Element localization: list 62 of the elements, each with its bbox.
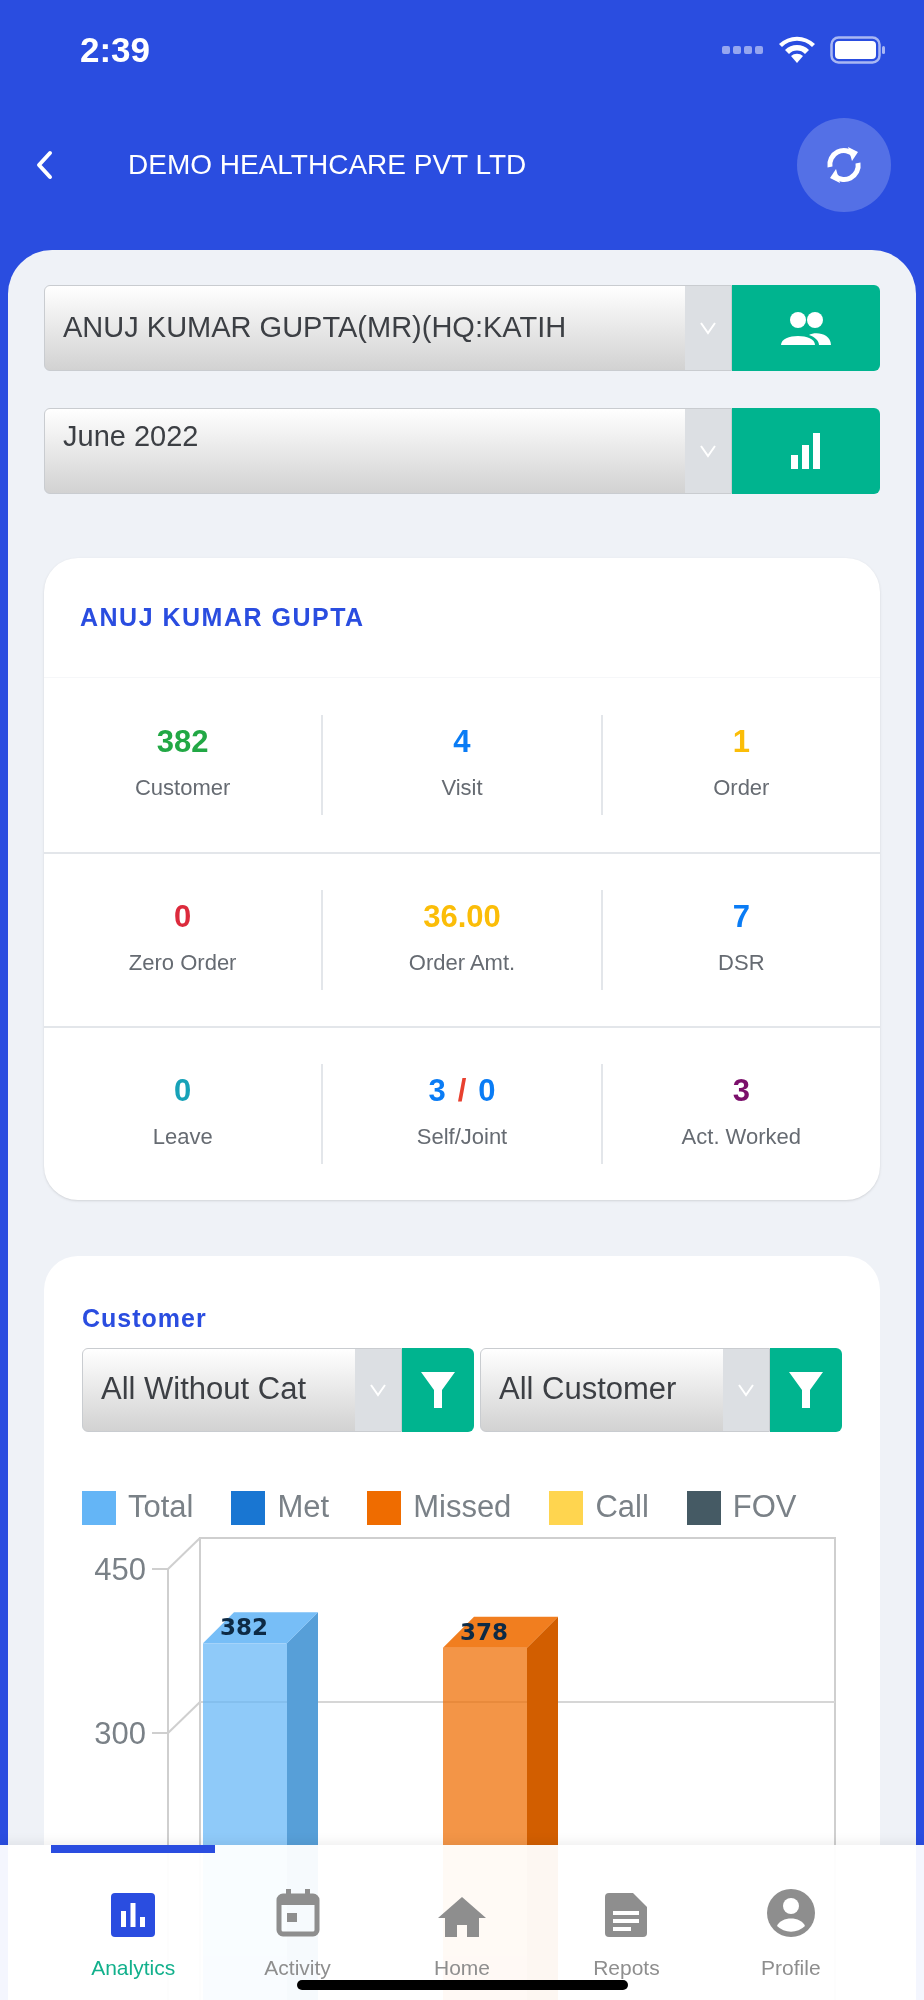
- team-button[interactable]: [732, 285, 880, 371]
- stat-label: Self/Joint: [416, 1123, 508, 1151]
- people-icon: [779, 311, 833, 345]
- profile-icon: [766, 1889, 815, 1937]
- stat-label: Zero Order: [128, 949, 237, 977]
- stat-value: 7: [732, 901, 750, 932]
- tick-mark: [151, 1731, 169, 1734]
- stat-label: Order: [713, 774, 770, 802]
- card-title: ANUJ KUMAR GUPTA: [80, 601, 365, 633]
- header-title: DEMO HEALTHCARE PVT LTD: [128, 148, 528, 182]
- stat-value: 36.00: [423, 901, 501, 932]
- filter-button[interactable]: [402, 1347, 474, 1432]
- stat-label: Visit: [441, 774, 483, 802]
- status-time: 2:39: [80, 28, 151, 71]
- caret-icon: [369, 1382, 387, 1397]
- analytics-icon: [111, 1893, 156, 1937]
- legend-label: Call: [595, 1488, 649, 1527]
- nav-tab[interactable]: Activity: [215, 1853, 380, 2000]
- legend-label: FOV: [732, 1488, 797, 1527]
- calendar-icon: [275, 1889, 320, 1937]
- data-label: 378: [460, 1618, 508, 1645]
- nav-tab[interactable]: Analytics: [51, 1853, 216, 2000]
- wifi-icon: [778, 36, 816, 64]
- stat-value: 4: [453, 726, 471, 757]
- caret-icon: [737, 1382, 755, 1397]
- back-icon: [34, 149, 54, 181]
- nav-tab[interactable]: Home: [379, 1853, 545, 2000]
- home-icon: [438, 1897, 486, 1937]
- stat-value: 382: [156, 726, 209, 757]
- stat-value: 1: [732, 726, 750, 757]
- select-field[interactable]: All Without Cat: [82, 1347, 402, 1432]
- select-field[interactable]: ANUJ KUMAR GUPTA(MR)(HQ:KATIH: [44, 285, 732, 371]
- bar-chart-icon: [791, 433, 821, 469]
- signal-icon: [722, 44, 764, 56]
- filter-icon: [420, 1369, 456, 1410]
- tick-label: 450: [94, 1551, 146, 1587]
- chart-button[interactable]: [732, 408, 880, 494]
- select-field[interactable]: All Customer: [480, 1347, 770, 1432]
- document-icon: [605, 1893, 648, 1937]
- stat-value: 3: [732, 1075, 750, 1106]
- legend-label: Missed: [413, 1488, 512, 1527]
- filter-button[interactable]: [770, 1347, 842, 1432]
- stat-value: 3 / 0: [428, 1075, 496, 1106]
- filter-icon: [788, 1369, 824, 1410]
- caret-icon: [699, 321, 717, 335]
- section-title: Customer: [82, 1303, 208, 1334]
- stat-value: 0: [174, 1075, 192, 1106]
- stat-label: Order Amt.: [408, 949, 516, 977]
- stat-label: Customer: [135, 774, 231, 802]
- nav-tab[interactable]: Profile: [708, 1853, 874, 2000]
- stat-label: Leave: [152, 1123, 213, 1151]
- caret-icon: [699, 444, 717, 458]
- legend-label: Total: [128, 1488, 194, 1527]
- select-field[interactable]: June 2022: [44, 408, 732, 494]
- stat-label: DSR: [718, 949, 765, 977]
- data-label: 382: [220, 1613, 268, 1640]
- tick-label: 300: [94, 1715, 146, 1751]
- stat-value: 0: [174, 901, 192, 932]
- legend-label: Met: [277, 1488, 330, 1527]
- stat-label: Act. Worked: [681, 1123, 802, 1151]
- tick-mark: [151, 1567, 169, 1570]
- battery-icon: [830, 36, 886, 64]
